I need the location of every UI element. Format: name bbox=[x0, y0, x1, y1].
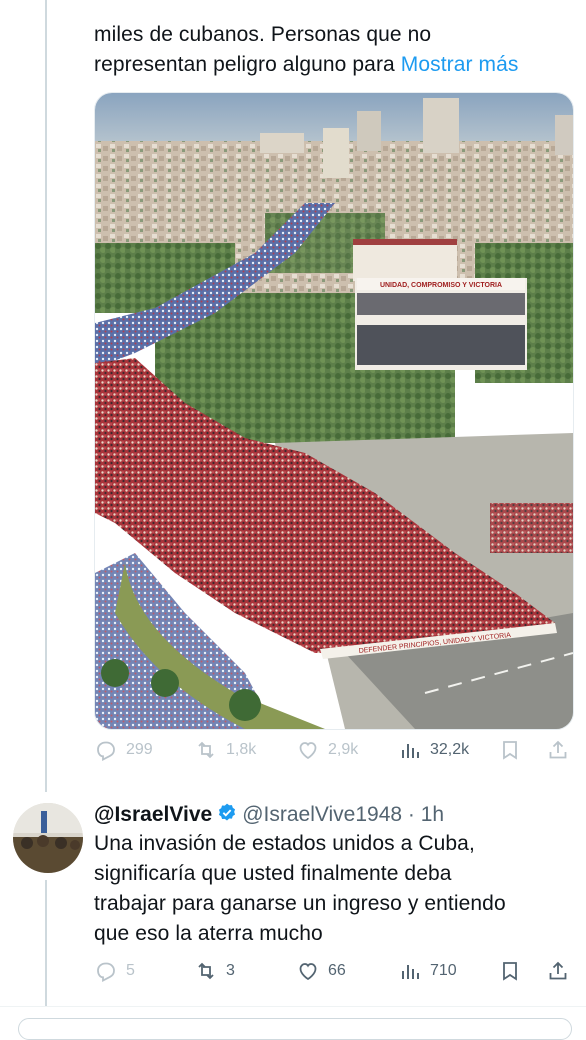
tweet-2-action-bar: 5 3 66 710 bbox=[94, 959, 572, 989]
reply-button[interactable]: 299 bbox=[94, 738, 153, 762]
heart-icon bbox=[299, 963, 317, 981]
retweet-count-2: 3 bbox=[226, 962, 235, 979]
views-button-2[interactable]: 710 bbox=[398, 959, 457, 983]
retweet-button[interactable]: 1,8k bbox=[194, 738, 256, 762]
tweet-2-text-line-4: que eso la aterra mucho bbox=[94, 922, 323, 945]
bookmark-button[interactable] bbox=[498, 738, 522, 762]
views-button[interactable]: 32,2k bbox=[398, 738, 469, 762]
handle[interactable]: @IsraelVive1948 bbox=[242, 803, 402, 826]
building-banner-text: UNIDAD, COMPROMISO Y VICTORIA bbox=[380, 282, 502, 289]
thread-connector-line bbox=[45, 0, 47, 792]
tweet-1-text-line-1: miles de cubanos. Personas que no bbox=[94, 23, 432, 46]
show-more-link[interactable]: Mostrar más bbox=[401, 53, 519, 76]
thread-connector-line-2 bbox=[45, 880, 47, 1006]
tweet-1-action-bar: 299 1,8k 2,9k 32,2k bbox=[94, 738, 572, 768]
reply-count: 299 bbox=[126, 741, 153, 758]
views-icon bbox=[402, 965, 419, 979]
next-item-card-edge bbox=[18, 1018, 572, 1040]
tweet-2-header: @IsraelVive @IsraelVive1948 · 1h bbox=[94, 800, 444, 830]
retweet-icon bbox=[198, 741, 214, 759]
reply-count-2: 5 bbox=[126, 962, 135, 979]
tweet-2-text-line-3: trabajar para ganarse un ingreso y entie… bbox=[94, 892, 506, 915]
heart-icon bbox=[299, 742, 317, 760]
like-button-2[interactable]: 66 bbox=[296, 959, 346, 983]
tweet-1-text: miles de cubanos. Personas que no repres… bbox=[94, 20, 574, 80]
like-count-2: 66 bbox=[328, 962, 346, 979]
views-count: 32,2k bbox=[430, 741, 470, 758]
bookmark-button-2[interactable] bbox=[498, 959, 522, 983]
retweet-button-2[interactable]: 3 bbox=[194, 959, 235, 983]
reply-icon bbox=[97, 741, 115, 761]
share-button-2[interactable] bbox=[546, 959, 570, 983]
retweet-count: 1,8k bbox=[226, 741, 257, 758]
share-button[interactable] bbox=[546, 738, 570, 762]
avatar[interactable] bbox=[13, 803, 83, 873]
reply-icon bbox=[97, 962, 115, 982]
tweet-2-text-line-1: Una invasión de estados unidos a Cuba, bbox=[94, 832, 475, 855]
tweet-2-text: Una invasión de estados unidos a Cuba, s… bbox=[94, 829, 564, 949]
timestamp[interactable]: 1h bbox=[421, 803, 444, 826]
tweet-1-photo[interactable]: UNIDAD, COMPROMISO Y VICTORIA DEFENDER P… bbox=[94, 92, 574, 730]
separator: · bbox=[407, 803, 415, 826]
share-icon bbox=[549, 961, 567, 980]
views-icon bbox=[402, 744, 419, 758]
views-count-2: 710 bbox=[430, 962, 457, 979]
bookmark-icon bbox=[503, 962, 517, 981]
like-count: 2,9k bbox=[328, 741, 359, 758]
bookmark-icon bbox=[503, 741, 517, 760]
reply-button-2[interactable]: 5 bbox=[94, 959, 135, 983]
tweet-1-text-line-2: representan peligro alguno para bbox=[94, 53, 395, 76]
tweet-divider bbox=[0, 1006, 586, 1007]
display-name[interactable]: @IsraelVive bbox=[94, 803, 212, 826]
verified-badge-icon bbox=[219, 803, 236, 821]
retweet-icon bbox=[198, 962, 214, 980]
tweet-2-text-line-2: significaría que usted finalmente deba bbox=[94, 862, 452, 885]
like-button[interactable]: 2,9k bbox=[296, 738, 358, 762]
share-icon bbox=[549, 740, 567, 759]
